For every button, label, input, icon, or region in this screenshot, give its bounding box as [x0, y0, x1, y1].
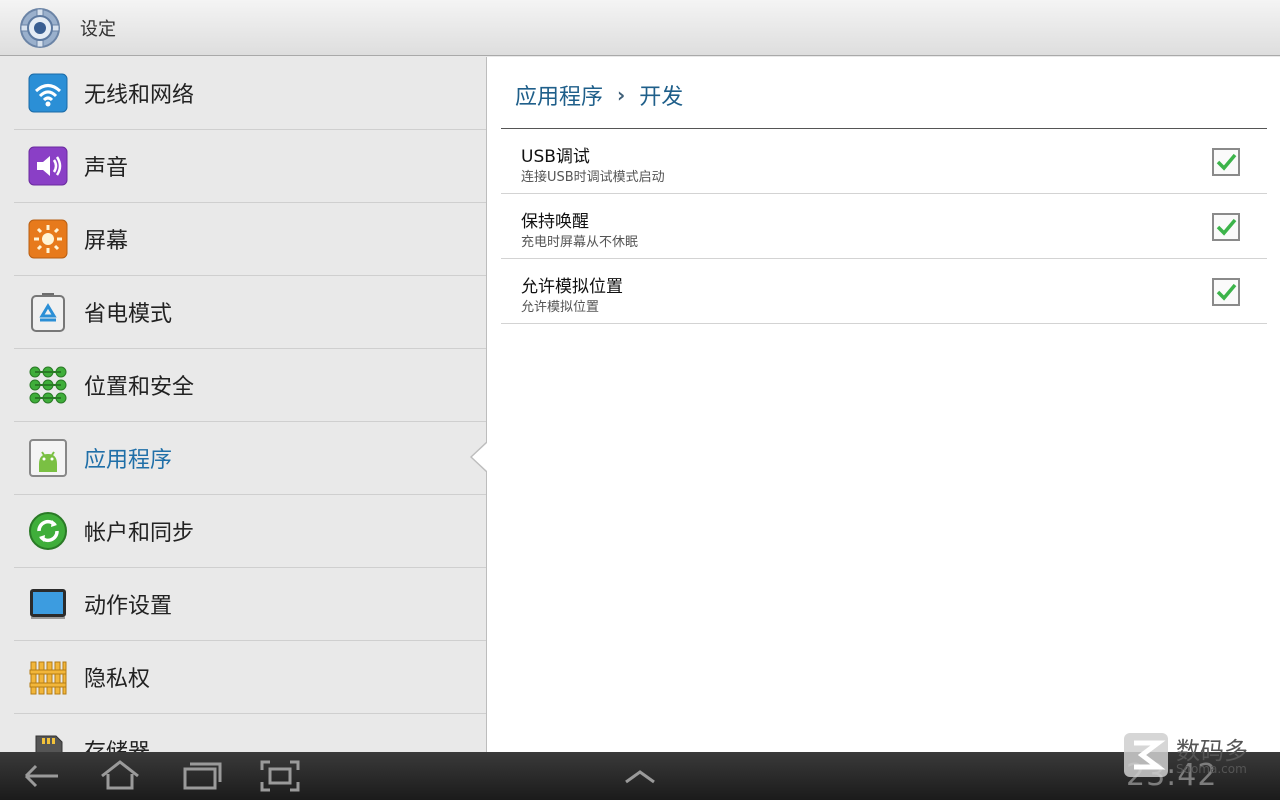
dot-grid-icon	[29, 366, 67, 404]
sidebar-item-label: 帐户和同步	[84, 521, 195, 546]
home-icon[interactable]	[98, 758, 142, 794]
checkmark-icon	[1216, 283, 1237, 301]
expand-up-icon[interactable]	[618, 758, 662, 794]
sidebar-item-accounts-sync[interactable]: 帐户和同步	[14, 495, 486, 568]
sidebar-item-motion[interactable]: 动作设置	[14, 568, 486, 641]
sidebar-item-label: 位置和安全	[84, 375, 195, 400]
sidebar-item-label: 无线和网络	[84, 83, 195, 108]
breadcrumb-applications[interactable]: 应用程序	[515, 79, 603, 111]
fence-icon	[29, 661, 67, 695]
sidebar-item-label: 声音	[84, 156, 129, 181]
screenshot-icon[interactable]	[258, 758, 302, 794]
usb-debugging-checkbox[interactable]	[1212, 148, 1240, 176]
selection-pointer-fill	[472, 443, 487, 471]
pref-usb-debugging[interactable]: USB调试 连接USB时调试模式启动	[501, 129, 1267, 194]
pref-mock-locations[interactable]: 允许模拟位置 允许模拟位置	[501, 259, 1267, 324]
sidebar-item-label: 隐私权	[84, 667, 151, 692]
recent-apps-icon[interactable]	[180, 758, 224, 794]
pref-stay-awake[interactable]: 保持唤醒 充电时屏幕从不休眠	[501, 194, 1267, 259]
checkmark-icon	[1216, 153, 1237, 171]
sync-icon	[29, 512, 67, 550]
gear-icon[interactable]	[18, 6, 62, 50]
wifi-icon	[28, 73, 68, 113]
sidebar-item-location-security[interactable]: 位置和安全	[14, 349, 486, 422]
brightness-icon	[28, 219, 68, 259]
pref-summary: 允许模拟位置	[521, 300, 600, 315]
tablet-motion-icon	[30, 589, 66, 619]
battery-recycle-icon	[31, 293, 65, 332]
checkmark-icon	[1216, 218, 1237, 236]
watermark: 数码多 Sooma.com	[1122, 731, 1272, 779]
sidebar-item-sound[interactable]: 声音	[14, 130, 486, 203]
system-bar: 23:42	[0, 752, 1280, 800]
pref-summary: 充电时屏幕从不休眠	[521, 235, 639, 250]
settings-category-list[interactable]: 无线和网络 声音 屏幕 省电模式 位置和安全 应用程序 帐户和同步 动作设置 隐…	[0, 57, 486, 752]
sidebar-item-label: 应用程序	[84, 448, 173, 473]
sidebar-item-display[interactable]: 屏幕	[14, 203, 486, 276]
mock-locations-checkbox[interactable]	[1212, 278, 1240, 306]
breadcrumb-development: 开发	[639, 85, 684, 110]
app-title: 设定	[80, 18, 116, 40]
sidebar-item-label: 存储器	[84, 734, 150, 752]
sidebar-item-power-saving[interactable]: 省电模式	[14, 276, 486, 349]
chevron-right-icon: ›	[617, 83, 626, 107]
pref-title: USB调试	[521, 147, 590, 167]
speaker-icon	[28, 146, 68, 186]
back-icon[interactable]	[20, 758, 64, 794]
breadcrumb: 应用程序 › 开发	[515, 79, 683, 111]
watermark-text: 数码多	[1176, 737, 1248, 765]
sidebar-item-privacy[interactable]: 隐私权	[14, 641, 486, 714]
sidebar-item-label: 屏幕	[84, 229, 129, 254]
pref-title: 保持唤醒	[521, 212, 589, 232]
sidebar-item-wireless[interactable]: 无线和网络	[14, 57, 486, 130]
sd-card-icon	[35, 735, 63, 752]
action-bar: 设定	[0, 0, 1280, 56]
stay-awake-checkbox[interactable]	[1212, 213, 1240, 241]
watermark-subtext: Sooma.com	[1176, 762, 1247, 776]
watermark-logo-icon	[1124, 733, 1168, 777]
sidebar-item-label: 动作设置	[84, 594, 173, 619]
android-icon	[29, 439, 67, 477]
pref-title: 允许模拟位置	[521, 277, 623, 297]
developer-options-pane: 应用程序 › 开发 USB调试 连接USB时调试模式启动 保持唤醒 充电时屏幕从…	[486, 57, 1280, 752]
sidebar-item-storage[interactable]: 存储器	[14, 714, 486, 752]
sidebar-item-label: 省电模式	[84, 302, 173, 327]
pref-summary: 连接USB时调试模式启动	[521, 170, 665, 185]
sidebar-item-applications[interactable]: 应用程序	[14, 422, 486, 495]
